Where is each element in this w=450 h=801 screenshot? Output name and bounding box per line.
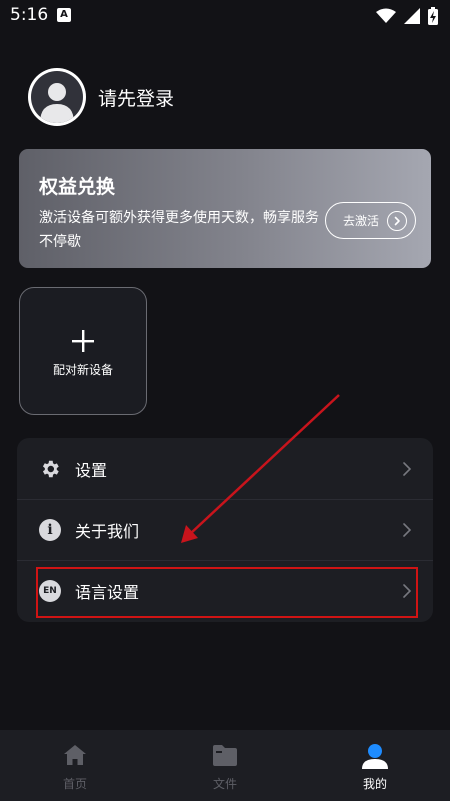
- nav-tab-mine[interactable]: 我的: [300, 730, 450, 801]
- nav-tab-label: 文件: [212, 777, 237, 791]
- menu-item-settings[interactable]: 设置: [17, 438, 433, 499]
- plus-icon: [72, 330, 94, 352]
- nav-tab-home[interactable]: 首页: [0, 730, 150, 801]
- activate-button-label: 去激活: [342, 214, 379, 228]
- avatar[interactable]: [28, 68, 86, 126]
- status-bar: 5:16 A: [0, 0, 450, 32]
- benefit-redeem-card[interactable]: 权益兑换 激活设备可额外获得更多使用天数，畅享服务不停歇 去激活: [19, 149, 431, 268]
- user-icon: [362, 744, 388, 769]
- default-avatar-icon: [31, 71, 83, 123]
- activate-button[interactable]: 去激活: [325, 202, 416, 239]
- menu-item-label: 关于我们: [75, 522, 140, 541]
- nav-tab-label: 我的: [362, 777, 387, 791]
- benefit-title: 权益兑换: [39, 176, 116, 198]
- language-highlight-box: [36, 567, 418, 618]
- login-prompt[interactable]: 请先登录: [98, 84, 174, 111]
- a-notification-icon: A: [57, 8, 71, 22]
- pair-device-label: 配对新设备: [52, 363, 113, 377]
- battery-charging-icon: [428, 7, 438, 25]
- pair-device-card[interactable]: 配对新设备: [19, 287, 147, 415]
- nav-tab-label: 首页: [62, 777, 87, 791]
- profile-header[interactable]: 请先登录: [28, 68, 174, 126]
- status-icons: [376, 7, 438, 25]
- chevron-right-circle-icon: [387, 210, 407, 231]
- chevron-right-icon: [403, 523, 411, 537]
- menu-item-about-us[interactable]: i 关于我们: [17, 499, 433, 560]
- wifi-icon: [376, 8, 396, 23]
- nav-tab-files[interactable]: 文件: [150, 730, 300, 801]
- gear-icon: [42, 460, 59, 477]
- folder-icon: [213, 745, 237, 766]
- home-icon: [64, 745, 86, 765]
- benefit-description: 激活设备可额外获得更多使用天数，畅享服务不停歇: [39, 210, 319, 250]
- menu-item-label: 设置: [75, 460, 108, 480]
- signal-icon: [404, 8, 420, 24]
- info-icon: i: [39, 519, 61, 541]
- status-time: 5:16: [10, 5, 49, 25]
- chevron-right-icon: [403, 461, 411, 476]
- bottom-nav: 首页 文件 我的: [0, 730, 450, 801]
